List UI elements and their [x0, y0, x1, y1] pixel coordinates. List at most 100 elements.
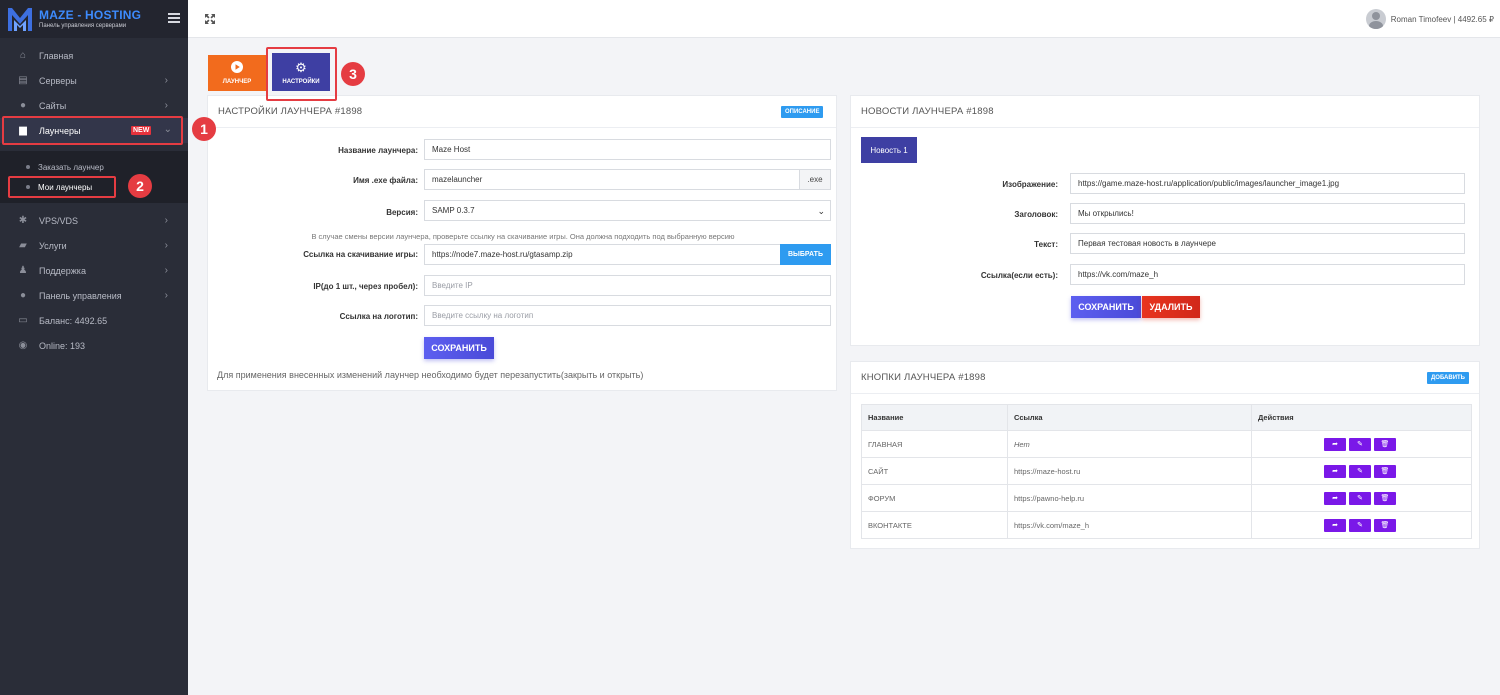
trash-icon[interactable]: 🗑 [1374, 464, 1396, 478]
server-icon: ▤ [18, 75, 28, 86]
version-selected: SAMP 0.3.7 [432, 206, 475, 215]
version-note: В случае смены версии лаунчера, проверьт… [311, 232, 735, 241]
sidebar-item-label: Лаунчеры [39, 125, 81, 136]
fullscreen-icon[interactable] [204, 13, 216, 25]
callout-1: 1 [192, 117, 216, 141]
trash-icon[interactable]: 🗑 [1374, 491, 1396, 505]
card-title: КНОПКИ ЛАУНЧЕРА #1898 [851, 362, 1479, 394]
chevron-down-icon: ⌄ [817, 206, 825, 216]
sidebar: MAZE - HOSTING Панель управления сервера… [0, 0, 188, 695]
description-button[interactable]: ОПИСАНИЕ [781, 106, 824, 118]
delete-news-button[interactable]: УДАЛИТЬ [1142, 296, 1200, 318]
user-menu[interactable]: Roman Timofeev | 4492.65 ₽ [1365, 9, 1494, 29]
exe-name-label: Имя .exe файла: [353, 176, 418, 185]
eye-icon: ◉ [18, 340, 28, 351]
chevron-right-icon: › [164, 290, 168, 301]
launcher-name-input[interactable]: Maze Host [424, 139, 831, 160]
gear-icon: ⚙ [295, 59, 307, 75]
table-row: ФОРУМ https://pawno-help.ru ➦ ✎ 🗑 [861, 484, 1472, 512]
launcher-news-card: НОВОСТИ ЛАУНЧЕРА #1898 Новость 1 Изображ… [850, 95, 1480, 346]
sidebar-item-launchers[interactable]: ▆ Лаунчеры NEW ⌄ [0, 118, 188, 143]
launcher-buttons-card: КНОПКИ ЛАУНЧЕРА #1898 ДОБАВИТЬ Название … [850, 361, 1480, 549]
launchers-submenu: Заказать лаунчер Мои лаунчеры [0, 151, 188, 203]
chevron-right-icon: › [164, 215, 168, 226]
share-icon[interactable]: ➦ [1324, 437, 1346, 451]
column-header: Действия [1251, 404, 1472, 431]
actions-cell: ➦ ✎ 🗑 [1251, 457, 1472, 485]
version-select[interactable]: SAMP 0.3.7 ⌄ [424, 200, 831, 221]
chevron-right-icon: › [164, 240, 168, 251]
edit-icon[interactable]: ✎ [1349, 464, 1371, 478]
sidebar-item-label: Поддержка [39, 265, 86, 276]
button-name-cell: ВКОНТАКТЕ [861, 511, 1008, 539]
sidebar-item-sites[interactable]: ● Сайты › [0, 93, 188, 118]
logo[interactable]: MAZE - HOSTING Панель управления сервера… [0, 0, 188, 38]
share-icon[interactable]: ➦ [1324, 518, 1346, 532]
button-name-cell: ФОРУМ [861, 484, 1008, 512]
sidebar-item-balance[interactable]: ▭ Баланс: 4492.65 [0, 308, 188, 333]
tab-launcher[interactable]: ЛАУНЧЕР [208, 55, 266, 91]
restart-note: Для применения внесенных изменений лаунч… [217, 370, 644, 380]
tab-label: НАСТРОЙКИ [282, 78, 320, 85]
buttons-table: Название Ссылка Действия ГЛАВНАЯ Нет ➦ ✎ 🗑… [861, 404, 1472, 539]
trash-icon[interactable]: 🗑 [1374, 437, 1396, 451]
column-header: Ссылка [1007, 404, 1252, 431]
submenu-item-label: Мои лаунчеры [38, 182, 93, 192]
launcher-settings-card: НАСТРОЙКИ ЛАУНЧЕРА #1898 ОПИСАНИЕ Назван… [207, 95, 837, 391]
actions-cell: ➦ ✎ 🗑 [1251, 430, 1472, 458]
submenu-item-order-launcher[interactable]: Заказать лаунчер [0, 157, 188, 177]
edit-icon[interactable]: ✎ [1349, 518, 1371, 532]
globe-icon: ● [19, 290, 27, 301]
share-icon[interactable]: ➦ [1324, 491, 1346, 505]
briefcase-icon: ▆ [19, 125, 27, 136]
save-settings-button[interactable]: СОХРАНИТЬ [424, 337, 494, 359]
ip-input[interactable]: Введите IP [424, 275, 831, 296]
sidebar-item-home[interactable]: ⌂ Главная [0, 43, 188, 68]
sidebar-item-label: Online: 193 [39, 340, 86, 351]
button-link-cell: https://vk.com/maze_h [1007, 511, 1252, 539]
sidebar-item-vps[interactable]: ✱ VPS/VDS › [0, 208, 188, 233]
image-label: Изображение: [1002, 180, 1058, 189]
sidebar-item-online: ◉ Online: 193 [0, 333, 188, 358]
download-link-input[interactable]: https://node7.maze-host.ru/gtasamp.zip [424, 244, 781, 265]
edit-icon[interactable]: ✎ [1349, 491, 1371, 505]
menu-toggle-icon[interactable] [168, 13, 180, 23]
link-input[interactable]: https://vk.com/maze_h [1070, 264, 1465, 285]
text-input[interactable]: Первая тестовая новость в лаунчере [1070, 233, 1465, 254]
submenu-item-label: Заказать лаунчер [38, 162, 104, 172]
table-header-row: Название Ссылка Действия [861, 404, 1472, 431]
choose-button[interactable]: ВЫБРАТЬ [780, 244, 831, 265]
exe-name-input[interactable]: mazelauncher [424, 169, 800, 190]
link-label: Ссылка(если есть): [980, 271, 1058, 280]
tab-settings[interactable]: ⚙ НАСТРОЙКИ [272, 53, 330, 91]
card-icon: ▭ [18, 315, 28, 326]
heading-input[interactable]: Мы открылись! [1070, 203, 1465, 224]
button-link-cell: https://pawno-help.ru [1007, 484, 1252, 512]
sidebar-item-label: VPS/VDS [39, 215, 79, 226]
version-label: Версия: [386, 208, 418, 217]
brand-subtitle: Панель управления серверами [39, 23, 127, 29]
image-input[interactable]: https://game.maze-host.ru/application/pu… [1070, 173, 1465, 194]
share-icon[interactable]: ➦ [1324, 464, 1346, 478]
callout-3: 3 [341, 62, 365, 86]
sidebar-menu: ⌂ Главная ▤ Серверы › ● Сайты › ▆ Лаунче… [0, 43, 188, 358]
bullet-icon [26, 165, 30, 169]
sidebar-item-servers[interactable]: ▤ Серверы › [0, 68, 188, 93]
logo-link-input[interactable]: Введите ссылку на логотип [424, 305, 831, 326]
add-button[interactable]: ДОБАВИТЬ [1427, 372, 1469, 384]
actions-cell: ➦ ✎ 🗑 [1251, 511, 1472, 539]
table-row: ВКОНТАКТЕ https://vk.com/maze_h ➦ ✎ 🗑 [861, 511, 1472, 539]
card-title: НАСТРОЙКИ ЛАУНЧЕРА #1898 [208, 96, 836, 128]
exe-suffix: .exe [799, 169, 831, 190]
save-news-button[interactable]: СОХРАНИТЬ [1071, 296, 1141, 318]
sidebar-item-control-panel[interactable]: ● Панель управления › [0, 283, 188, 308]
sidebar-item-services[interactable]: ▰ Услуги › [0, 233, 188, 258]
launcher-name-label: Название лаунчера: [338, 146, 418, 155]
tab-news-1[interactable]: Новость 1 [861, 137, 917, 163]
callout-2: 2 [128, 174, 152, 198]
button-link-cell: https://maze-host.ru [1007, 457, 1252, 485]
trash-icon[interactable]: 🗑 [1374, 518, 1396, 532]
sidebar-item-support[interactable]: ♟ Поддержка › [0, 258, 188, 283]
submenu-item-my-launchers[interactable]: Мои лаунчеры [0, 177, 188, 197]
edit-icon[interactable]: ✎ [1349, 437, 1371, 451]
